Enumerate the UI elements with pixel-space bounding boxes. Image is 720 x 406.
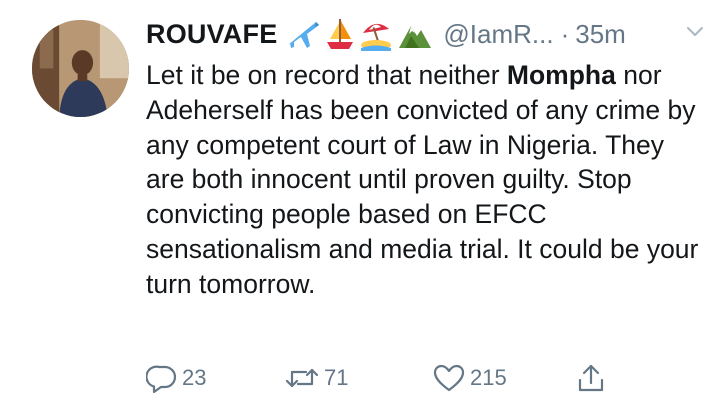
share-button[interactable] <box>576 362 606 394</box>
tweet-text-start: Let it be on record that neither <box>146 60 507 90</box>
display-name[interactable]: ROUVAFE <box>146 19 277 50</box>
retweet-count: 71 <box>324 365 349 390</box>
avatar[interactable] <box>32 20 129 117</box>
reply-button[interactable]: 23 <box>146 362 206 394</box>
reply-icon <box>146 365 177 394</box>
like-count: 215 <box>470 365 507 390</box>
retweet-button[interactable]: 71 <box>284 362 348 394</box>
handle[interactable]: @IamR... <box>443 19 553 50</box>
separator-dot: · <box>560 18 570 49</box>
more-options-button[interactable] <box>684 20 706 47</box>
avatar-photo <box>32 20 129 117</box>
tweet[interactable]: ROUVAFE @IamR... · 35m Let it be on reco… <box>0 0 720 406</box>
tweet-text-bold: Mompha <box>506 60 616 90</box>
mountain-emoji-icon <box>399 26 432 48</box>
tweet-text-rest: nor Adeherself has been convicted of any… <box>146 60 699 299</box>
like-button[interactable]: 215 <box>432 362 507 394</box>
tweet-text: Let it be on record that neither Mompha … <box>146 58 706 302</box>
share-icon <box>578 364 604 392</box>
tweet-actions: 23 71 215 <box>146 362 626 398</box>
timestamp[interactable]: 35m <box>575 19 626 50</box>
airplane-emoji-icon <box>288 22 320 48</box>
tweet-header: ROUVAFE @IamR... · 35m <box>146 14 706 54</box>
reply-count: 23 <box>182 365 207 390</box>
heart-icon <box>433 364 465 392</box>
retweet-icon <box>285 368 319 388</box>
sailboat-emoji-icon <box>327 19 354 49</box>
beach-umbrella-emoji-icon <box>361 23 392 51</box>
name-emojis <box>285 17 433 51</box>
chevron-down-icon <box>687 27 703 36</box>
